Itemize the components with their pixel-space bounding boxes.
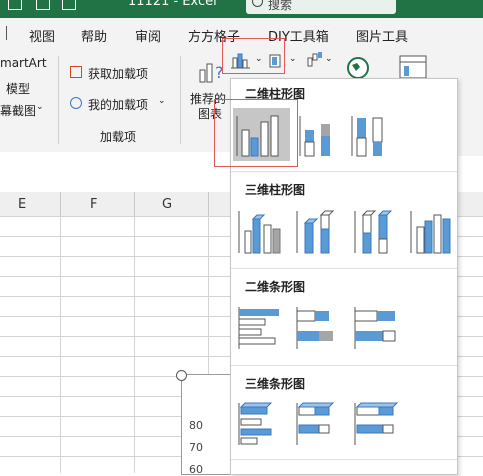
3d-stacked-bar-option[interactable] — [293, 399, 347, 449]
search-box[interactable]: 搜索 — [246, 0, 396, 14]
column-chart-button[interactable] — [230, 52, 254, 70]
clustered-bar-option[interactable] — [235, 303, 289, 353]
store-icon — [70, 66, 82, 78]
3d-clustered-column-option[interactable] — [235, 205, 289, 257]
tab-review[interactable]: 审阅 — [135, 26, 161, 45]
maps-icon[interactable] — [346, 56, 370, 80]
screenshot-dropdown-icon[interactable]: ⌄ — [36, 102, 44, 112]
column-header-g[interactable]: G — [162, 197, 172, 212]
3d-clustered-bar-option[interactable] — [235, 399, 289, 449]
tab-view[interactable]: 视图 — [29, 26, 55, 45]
selection-highlight — [214, 99, 298, 167]
my-addins-dropdown-icon[interactable]: ⌄ — [158, 96, 166, 106]
hierarchy-chart-dropdown-icon[interactable]: ⌄ — [289, 54, 297, 64]
window-title: 11121 - Excel — [128, 0, 217, 9]
y-axis-tick: 80 — [189, 419, 203, 432]
tab-help[interactable]: 帮助 — [81, 26, 107, 45]
tab-partial-icon — [6, 26, 17, 40]
stacked-column-option[interactable] — [297, 112, 343, 160]
y-axis-tick: 60 — [189, 463, 203, 476]
column-header-e[interactable]: E — [18, 197, 26, 212]
waterfall-chart-button[interactable] — [306, 50, 326, 70]
pivotchart-icon[interactable] — [398, 54, 428, 80]
search-placeholder: 搜索 — [268, 0, 293, 12]
3d-100-stacked-bar-option[interactable] — [351, 399, 405, 449]
get-addins-button[interactable]: 获取加载项 — [88, 65, 148, 82]
y-axis-tick: 70 — [189, 441, 203, 454]
addins-group-label: 加载项 — [100, 130, 137, 144]
section-3d-bar: 三维条形图 — [245, 377, 306, 391]
3d-model-button[interactable]: 模型 — [6, 80, 30, 97]
ribbon-separator — [180, 56, 181, 144]
column-chart-dropdown-icon[interactable]: ⌄ — [255, 54, 263, 64]
title-bar: 11121 - Excel 搜索 — [0, 0, 483, 18]
my-addins-button[interactable]: 我的加载项 — [88, 96, 148, 113]
column-header-f[interactable]: F — [90, 197, 97, 212]
divider — [231, 365, 457, 366]
save-icon[interactable] — [8, 0, 22, 10]
ribbon-separator — [58, 56, 59, 144]
chart-resize-handle[interactable] — [176, 370, 187, 381]
ribbon-right-strip — [456, 78, 483, 156]
search-icon — [252, 0, 263, 7]
3d-column-option[interactable] — [407, 205, 457, 257]
divider — [231, 459, 457, 460]
3d-100-stacked-column-option[interactable] — [351, 205, 405, 257]
smartart-button[interactable]: martArt — [0, 56, 47, 70]
section-2d-bar: 二维条形图 — [245, 280, 306, 294]
redo-icon[interactable] — [62, 0, 76, 10]
my-addins-icon — [70, 97, 82, 109]
100-stacked-bar-option[interactable] — [351, 303, 405, 353]
divider — [231, 171, 457, 172]
waterfall-chart-dropdown-icon[interactable]: ⌄ — [325, 54, 333, 64]
undo-icon[interactable] — [36, 0, 50, 10]
tab-picture-tools[interactable]: 图片工具 — [356, 26, 408, 45]
100-stacked-column-option[interactable] — [349, 112, 395, 160]
section-3d-column: 三维柱形图 — [245, 183, 306, 197]
3d-stacked-column-option[interactable] — [293, 205, 347, 257]
stacked-bar-option[interactable] — [293, 303, 347, 353]
divider — [231, 268, 457, 269]
hierarchy-chart-button[interactable] — [268, 52, 288, 70]
screenshot-button[interactable]: 幕截图 — [0, 102, 36, 119]
